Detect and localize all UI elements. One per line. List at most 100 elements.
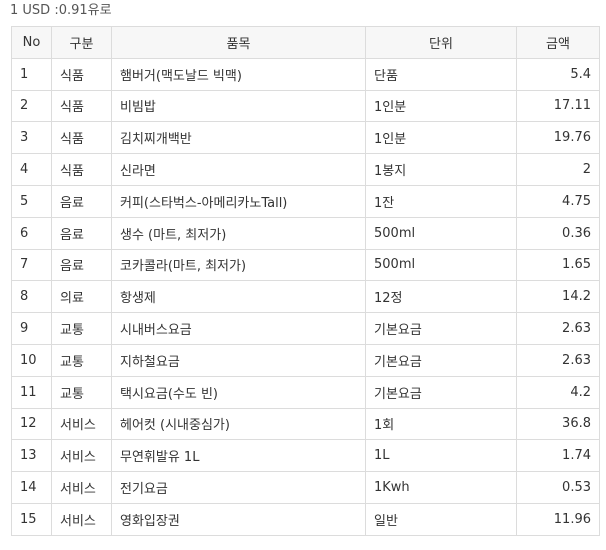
cell-item: 무연휘발유 1L bbox=[111, 439, 366, 473]
cell-item: 신라면 bbox=[111, 153, 366, 186]
cell-no: 1 bbox=[11, 57, 52, 91]
cell-unit: 12정 bbox=[365, 280, 517, 314]
cell-amount: 4.2 bbox=[516, 375, 600, 409]
header-row: No 구분 품목 단위 금액 bbox=[11, 26, 600, 59]
cell-no: 10 bbox=[11, 343, 52, 377]
cell-unit: 기본요금 bbox=[365, 343, 517, 377]
cell-category: 식품 bbox=[51, 57, 112, 91]
table-row: 2 식품 비빔밥 1인분 17.11 bbox=[11, 89, 600, 123]
cell-item: 생수 (마트, 최저가) bbox=[111, 216, 366, 250]
cell-item: 항생제 bbox=[111, 280, 366, 314]
table-row: 14 서비스 전기요금 1Kwh 0.53 bbox=[11, 471, 600, 504]
cell-item: 비빔밥 bbox=[111, 89, 366, 123]
cell-amount: 1.65 bbox=[516, 248, 600, 282]
header-no: No bbox=[11, 26, 52, 59]
cell-category: 서비스 bbox=[51, 471, 112, 504]
cell-unit: 1잔 bbox=[365, 184, 517, 218]
cell-amount: 36.8 bbox=[516, 407, 600, 441]
cell-category: 서비스 bbox=[51, 407, 112, 441]
cell-amount: 5.4 bbox=[516, 57, 600, 91]
cell-amount: 1.74 bbox=[516, 439, 600, 473]
cell-unit: 단품 bbox=[365, 57, 517, 91]
cell-category: 음료 bbox=[51, 248, 112, 282]
cell-no: 5 bbox=[11, 184, 52, 218]
cell-unit: 1L bbox=[365, 439, 517, 473]
cell-category: 서비스 bbox=[51, 502, 112, 536]
cell-item: 지하철요금 bbox=[111, 343, 366, 377]
table-row: 13 서비스 무연휘발유 1L 1L 1.74 bbox=[11, 439, 600, 473]
cell-amount: 2 bbox=[516, 153, 600, 186]
cell-item: 택시요금(수도 빈) bbox=[111, 375, 366, 409]
price-table: No 구분 품목 단위 금액 1 식품 햄버거(맥도날드 빅맥) 단품 5.4 2 식품 비빔… bbox=[11, 26, 600, 536]
cell-unit: 1인분 bbox=[365, 89, 517, 123]
cell-unit: 500ml bbox=[365, 216, 517, 250]
cell-category: 교통 bbox=[51, 343, 112, 377]
cell-unit: 500ml bbox=[365, 248, 517, 282]
cell-category: 식품 bbox=[51, 153, 112, 186]
table-row: 9 교통 시내버스요금 기본요금 2.63 bbox=[11, 312, 600, 345]
cell-no: 4 bbox=[11, 153, 52, 186]
table-row: 4 식품 신라면 1봉지 2 bbox=[11, 153, 600, 186]
table-row: 7 음료 코카콜라(마트, 최저가) 500ml 1.65 bbox=[11, 248, 600, 282]
cell-no: 15 bbox=[11, 502, 52, 536]
cell-category: 서비스 bbox=[51, 439, 112, 473]
cell-amount: 11.96 bbox=[516, 502, 600, 536]
cell-no: 11 bbox=[11, 375, 52, 409]
cell-category: 의료 bbox=[51, 280, 112, 314]
cell-item: 영화입장권 bbox=[111, 502, 366, 536]
table-row: 1 식품 햄버거(맥도날드 빅맥) 단품 5.4 bbox=[11, 57, 600, 91]
table-row: 3 식품 김치찌개백반 1인분 19.76 bbox=[11, 121, 600, 155]
cell-unit: 1봉지 bbox=[365, 153, 517, 186]
table-row: 10 교통 지하철요금 기본요금 2.63 bbox=[11, 343, 600, 377]
cell-unit: 1인분 bbox=[365, 121, 517, 155]
cell-no: 7 bbox=[11, 248, 52, 282]
cell-no: 3 bbox=[11, 121, 52, 155]
cell-item: 헤어컷 (시내중심가) bbox=[111, 407, 366, 441]
cell-amount: 0.53 bbox=[516, 471, 600, 504]
cell-category: 교통 bbox=[51, 312, 112, 345]
table-header: No 구분 품목 단위 금액 bbox=[11, 26, 600, 59]
header-category: 구분 bbox=[51, 26, 112, 59]
cell-unit: 1Kwh bbox=[365, 471, 517, 504]
cell-category: 식품 bbox=[51, 121, 112, 155]
cell-amount: 17.11 bbox=[516, 89, 600, 123]
cell-unit: 기본요금 bbox=[365, 312, 517, 345]
cell-no: 6 bbox=[11, 216, 52, 250]
header-item: 품목 bbox=[111, 26, 366, 59]
cell-no: 9 bbox=[11, 312, 52, 345]
table-row: 5 음료 커피(스타벅스-아메리카노Tall) 1잔 4.75 bbox=[11, 184, 600, 218]
cell-no: 13 bbox=[11, 439, 52, 473]
cell-amount: 0.36 bbox=[516, 216, 600, 250]
cell-unit: 1회 bbox=[365, 407, 517, 441]
table-row: 15 서비스 영화입장권 일반 11.96 bbox=[11, 502, 600, 536]
cell-unit: 기본요금 bbox=[365, 375, 517, 409]
table-row: 6 음료 생수 (마트, 최저가) 500ml 0.36 bbox=[11, 216, 600, 250]
cell-category: 음료 bbox=[51, 184, 112, 218]
cell-amount: 4.75 bbox=[516, 184, 600, 218]
table-row: 8 의료 항생제 12정 14.2 bbox=[11, 280, 600, 314]
cell-amount: 19.76 bbox=[516, 121, 600, 155]
cell-item: 전기요금 bbox=[111, 471, 366, 504]
table-body: 1 식품 햄버거(맥도날드 빅맥) 단품 5.4 2 식품 비빔밥 1인분 17.11 3 식품 김치찌… bbox=[11, 57, 600, 536]
cell-no: 12 bbox=[11, 407, 52, 441]
cell-no: 8 bbox=[11, 280, 52, 314]
cell-category: 식품 bbox=[51, 89, 112, 123]
cell-item: 시내버스요금 bbox=[111, 312, 366, 345]
header-unit: 단위 bbox=[365, 26, 517, 59]
table-row: 11 교통 택시요금(수도 빈) 기본요금 4.2 bbox=[11, 375, 600, 409]
cell-amount: 14.2 bbox=[516, 280, 600, 314]
table-row: 12 서비스 헤어컷 (시내중심가) 1회 36.8 bbox=[11, 407, 600, 441]
cell-no: 2 bbox=[11, 89, 52, 123]
cell-unit: 일반 bbox=[365, 502, 517, 536]
cell-amount: 2.63 bbox=[516, 343, 600, 377]
cell-amount: 2.63 bbox=[516, 312, 600, 345]
cell-item: 김치찌개백반 bbox=[111, 121, 366, 155]
header-amount: 금액 bbox=[516, 26, 600, 59]
cell-no: 14 bbox=[11, 471, 52, 504]
cell-item: 코카콜라(마트, 최저가) bbox=[111, 248, 366, 282]
cell-item: 햄버거(맥도날드 빅맥) bbox=[111, 57, 366, 91]
cell-category: 교통 bbox=[51, 375, 112, 409]
cell-item: 커피(스타벅스-아메리카노Tall) bbox=[111, 184, 366, 218]
cell-category: 음료 bbox=[51, 216, 112, 250]
exchange-rate-note: 1 USD :0.91유로 bbox=[10, 3, 112, 18]
